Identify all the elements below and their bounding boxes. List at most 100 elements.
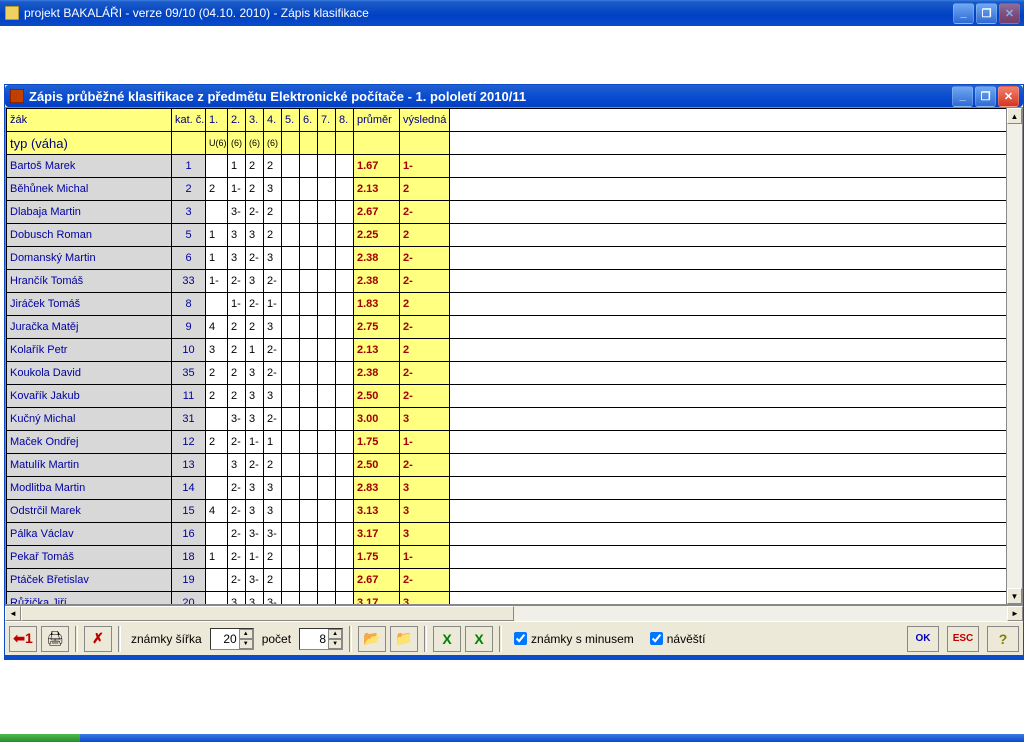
- grade-cell[interactable]: 2: [264, 569, 282, 592]
- pocet-spinner[interactable]: ▲▼: [299, 628, 343, 650]
- grade-cell[interactable]: [300, 431, 318, 454]
- grade-cell[interactable]: 2-: [264, 339, 282, 362]
- kat-number[interactable]: 19: [172, 569, 206, 592]
- grade-cell[interactable]: [318, 270, 336, 293]
- grade-cell[interactable]: [318, 477, 336, 500]
- grade-cell[interactable]: 3-: [228, 408, 246, 431]
- table-row[interactable]: Ptáček Břetislav192-3-22.672-: [7, 569, 1007, 592]
- final-grade-cell[interactable]: 2-: [400, 201, 450, 224]
- grade-cell[interactable]: [336, 270, 354, 293]
- grade-cell[interactable]: [318, 155, 336, 178]
- grade-cell[interactable]: 2: [264, 224, 282, 247]
- grade-cell[interactable]: 3: [206, 339, 228, 362]
- final-grade-cell[interactable]: 3: [400, 500, 450, 523]
- sirka-input[interactable]: [211, 632, 239, 646]
- grade-cell[interactable]: [318, 500, 336, 523]
- minimize-button[interactable]: _: [953, 3, 974, 24]
- student-name[interactable]: Domanský Martin: [7, 247, 172, 270]
- pocet-up-icon[interactable]: ▲: [328, 629, 342, 639]
- student-name[interactable]: Pálka Václav: [7, 523, 172, 546]
- grade-cell[interactable]: [336, 293, 354, 316]
- grade-cell[interactable]: [336, 247, 354, 270]
- table-row[interactable]: Kučný Michal313-32-3.003: [7, 408, 1007, 431]
- grade-cell[interactable]: 2-: [228, 270, 246, 293]
- final-grade-cell[interactable]: 1-: [400, 546, 450, 569]
- student-name[interactable]: Kučný Michal: [7, 408, 172, 431]
- kat-number[interactable]: 16: [172, 523, 206, 546]
- grade-cell[interactable]: [300, 569, 318, 592]
- grade-cell[interactable]: [206, 523, 228, 546]
- grade-cell[interactable]: [282, 224, 300, 247]
- grade-cell[interactable]: 1-: [228, 293, 246, 316]
- grade-cell[interactable]: [300, 247, 318, 270]
- final-grade-cell[interactable]: 3: [400, 523, 450, 546]
- grade-cell[interactable]: 3-: [264, 592, 282, 605]
- grade-cell[interactable]: [318, 385, 336, 408]
- grade-cell[interactable]: 3: [228, 247, 246, 270]
- kat-number[interactable]: 13: [172, 454, 206, 477]
- grade-cell[interactable]: [336, 224, 354, 247]
- kat-number[interactable]: 10: [172, 339, 206, 362]
- grade-cell[interactable]: 3: [246, 362, 264, 385]
- grade-cell[interactable]: [300, 316, 318, 339]
- navesti-checkbox[interactable]: návěští: [650, 632, 706, 646]
- grade-cell[interactable]: 3: [264, 477, 282, 500]
- grade-cell[interactable]: [300, 178, 318, 201]
- student-name[interactable]: Matulík Martin: [7, 454, 172, 477]
- grade-cell[interactable]: 2-: [228, 523, 246, 546]
- kat-number[interactable]: 12: [172, 431, 206, 454]
- grade-cell[interactable]: [318, 431, 336, 454]
- grade-cell[interactable]: [282, 592, 300, 605]
- grade-cell[interactable]: 3: [228, 592, 246, 605]
- import-excel-button[interactable]: X: [465, 626, 493, 652]
- table-row[interactable]: Bartoš Marek11221.671-: [7, 155, 1007, 178]
- kat-number[interactable]: 14: [172, 477, 206, 500]
- grade-cell[interactable]: 2-: [264, 408, 282, 431]
- grade-cell[interactable]: [206, 201, 228, 224]
- grade-cell[interactable]: [282, 362, 300, 385]
- grade-cell[interactable]: 4: [206, 316, 228, 339]
- grade-cell[interactable]: [336, 201, 354, 224]
- grade-cell[interactable]: [282, 201, 300, 224]
- table-row[interactable]: Jiráček Tomáš81-2-1-1.832: [7, 293, 1007, 316]
- grade-cell[interactable]: [318, 592, 336, 605]
- horizontal-scrollbar[interactable]: ◄ ►: [5, 605, 1023, 621]
- inner-minimize-button[interactable]: _: [952, 86, 973, 107]
- grade-cell[interactable]: 3: [264, 500, 282, 523]
- grade-cell[interactable]: [300, 408, 318, 431]
- export-excel-button[interactable]: X: [433, 626, 461, 652]
- final-grade-cell[interactable]: 2: [400, 178, 450, 201]
- grade-cell[interactable]: 2-: [228, 431, 246, 454]
- grade-cell[interactable]: [336, 316, 354, 339]
- grade-cell[interactable]: [300, 155, 318, 178]
- grade-cell[interactable]: [300, 592, 318, 605]
- kat-number[interactable]: 5: [172, 224, 206, 247]
- table-row[interactable]: Domanský Martin6132-32.382-: [7, 247, 1007, 270]
- grade-cell[interactable]: [336, 592, 354, 605]
- cancel-button[interactable]: ESC: [947, 626, 979, 652]
- grade-cell[interactable]: 2: [228, 339, 246, 362]
- final-grade-cell[interactable]: 3: [400, 592, 450, 605]
- grade-cell[interactable]: [282, 316, 300, 339]
- start-button[interactable]: [0, 734, 80, 742]
- final-grade-cell[interactable]: 2-: [400, 454, 450, 477]
- grade-cell[interactable]: [336, 155, 354, 178]
- grade-cell[interactable]: 3-: [264, 523, 282, 546]
- scroll-down-icon[interactable]: ▼: [1007, 588, 1022, 604]
- final-grade-cell[interactable]: 2: [400, 224, 450, 247]
- student-name[interactable]: Hrančík Tomáš: [7, 270, 172, 293]
- grade-cell[interactable]: [318, 454, 336, 477]
- grade-cell[interactable]: [282, 431, 300, 454]
- grade-cell[interactable]: [336, 362, 354, 385]
- vertical-scrollbar[interactable]: ▲ ▼: [1006, 108, 1022, 604]
- delete-button[interactable]: ✗: [84, 626, 112, 652]
- table-row[interactable]: Dlabaja Martin33-2-22.672-: [7, 201, 1007, 224]
- inner-maximize-button[interactable]: ❐: [975, 86, 996, 107]
- student-name[interactable]: Růžička Jiří: [7, 592, 172, 605]
- grade-cell[interactable]: 2: [264, 546, 282, 569]
- final-grade-cell[interactable]: 1-: [400, 155, 450, 178]
- ok-button[interactable]: OK: [907, 626, 939, 652]
- grade-cell[interactable]: [336, 500, 354, 523]
- grade-cell[interactable]: [206, 408, 228, 431]
- grade-cell[interactable]: 3-: [246, 523, 264, 546]
